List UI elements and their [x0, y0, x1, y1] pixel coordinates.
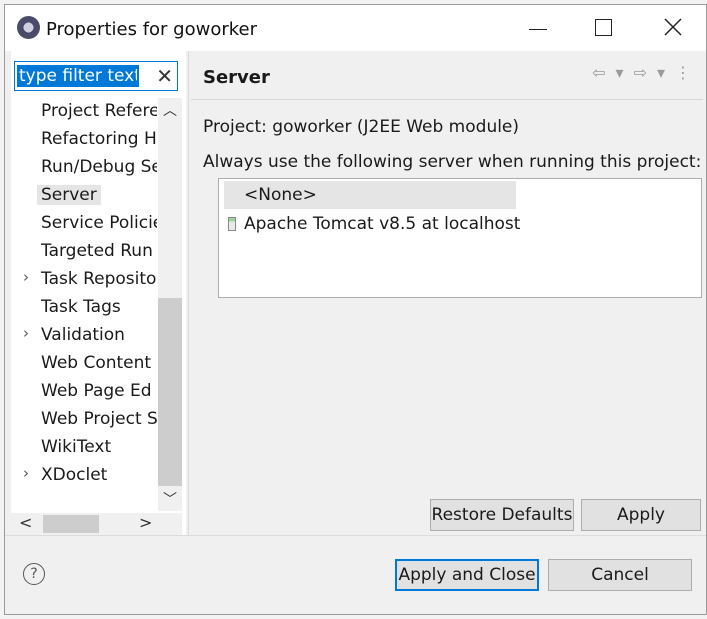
tree-item-label: Run/Debug Se	[41, 157, 157, 177]
title-bar: Properties for goworker	[5, 5, 706, 51]
scroll-left-icon[interactable]: <	[19, 513, 32, 532]
clear-filter-icon[interactable]: ✕	[156, 64, 173, 88]
close-icon[interactable]	[653, 13, 693, 43]
properties-dialog: Properties for goworker ✕ Project Refere…	[4, 4, 707, 615]
tree-item[interactable]: Task Tags	[11, 294, 157, 320]
tree-item-label: Targeted Run	[41, 241, 153, 261]
tree-item-label: Task Reposito	[41, 269, 157, 289]
view-menu-icon[interactable]: ⋮	[675, 63, 695, 82]
tree-item[interactable]: WikiText	[11, 434, 157, 460]
expand-chevron-icon[interactable]: ›	[23, 268, 29, 286]
tree-item[interactable]: Web Page Ed	[11, 378, 157, 404]
forward-icon[interactable]: ⇨	[634, 63, 651, 82]
apply-button[interactable]: Apply	[581, 499, 701, 531]
server-label: <None>	[244, 185, 317, 205]
scroll-thumb[interactable]	[158, 298, 182, 486]
eclipse-icon	[17, 16, 40, 39]
tree-item-label: XDoclet	[41, 465, 108, 485]
tree-item[interactable]: Web Project S	[11, 406, 157, 432]
server-label: Apache Tomcat v8.5 at localhost	[244, 214, 521, 234]
tree-item-label: Web Content	[41, 353, 152, 373]
window-title: Properties for goworker	[46, 19, 257, 40]
maximize-icon[interactable]	[583, 13, 623, 43]
tree-vertical-scrollbar[interactable]: ︿ ﹀	[158, 98, 182, 511]
tree-item-label: WikiText	[41, 437, 112, 457]
server-icon	[228, 217, 236, 231]
forward-menu-icon[interactable]: ▾	[657, 63, 669, 82]
tree-item[interactable]: › Validation	[11, 322, 157, 348]
tree-item-label: Web Page Ed	[41, 381, 152, 401]
tree-item[interactable]: Service Policie	[11, 210, 157, 236]
tree-item[interactable]: Server	[11, 182, 157, 208]
back-menu-icon[interactable]: ▾	[616, 63, 628, 82]
header-separator	[191, 99, 703, 100]
filter-input[interactable]	[17, 65, 139, 87]
property-tree: Project Refere Refactoring H Run/Debug Se S…	[11, 98, 157, 508]
server-list: <None> Apache Tomcat v8.5 at localhost	[218, 178, 702, 298]
scroll-down-icon[interactable]: ﹀	[162, 489, 178, 509]
minimize-icon[interactable]	[517, 13, 557, 43]
pane-divider[interactable]	[188, 51, 189, 535]
expand-chevron-icon[interactable]: ›	[23, 464, 29, 482]
expand-chevron-icon[interactable]: ›	[23, 324, 29, 342]
cancel-button[interactable]: Cancel	[548, 559, 692, 591]
filter-box: ✕	[14, 61, 178, 91]
tree-item-label: Server	[37, 185, 101, 205]
tree-item[interactable]: › Task Reposito	[11, 266, 157, 292]
tree-item[interactable]: Targeted Run	[11, 238, 157, 264]
tree-item-label: Service Policie	[41, 213, 157, 233]
horizontal-scroll-thumb[interactable]	[43, 515, 99, 533]
footer-separator	[5, 535, 706, 536]
left-pane: ✕ Project Refere Refactoring H Run/Debug S…	[11, 51, 186, 535]
tree-item-label: Validation	[41, 325, 125, 345]
page-title: Server	[203, 67, 270, 88]
scroll-right-icon[interactable]: >	[139, 513, 152, 532]
server-list-item[interactable]: <None>	[224, 181, 516, 209]
tree-item[interactable]: Web Content	[11, 350, 157, 376]
back-icon[interactable]: ⇦	[592, 63, 609, 82]
tree-item-label: Project Refere	[41, 101, 157, 121]
help-icon[interactable]: ?	[23, 563, 45, 585]
restore-defaults-button[interactable]: Restore Defaults	[430, 499, 574, 531]
tree-item-label: Refactoring H	[41, 129, 157, 149]
apply-and-close-button[interactable]: Apply and Close	[395, 559, 539, 591]
server-instruction: Always use the following server when run…	[203, 152, 702, 172]
page-navigation: ⇦ ▾ ⇨ ▾ ⋮	[586, 63, 695, 82]
scroll-up-icon[interactable]: ︿	[162, 100, 178, 120]
tree-item-label: Web Project S	[41, 409, 157, 429]
server-page: Server ⇦ ▾ ⇨ ▾ ⋮ Project: goworker (J2EE Web…	[191, 51, 703, 535]
tree-item[interactable]: › XDoclet	[11, 462, 157, 488]
project-label: Project: goworker (J2EE Web module)	[203, 117, 520, 137]
tree-item-label: Task Tags	[41, 297, 121, 317]
tree-item[interactable]: Refactoring H	[11, 126, 157, 152]
tree-horizontal-scrollbar[interactable]: < >	[11, 513, 182, 535]
tree-item[interactable]: Project Refere	[11, 98, 157, 124]
tree-item[interactable]: Run/Debug Se	[11, 154, 157, 180]
